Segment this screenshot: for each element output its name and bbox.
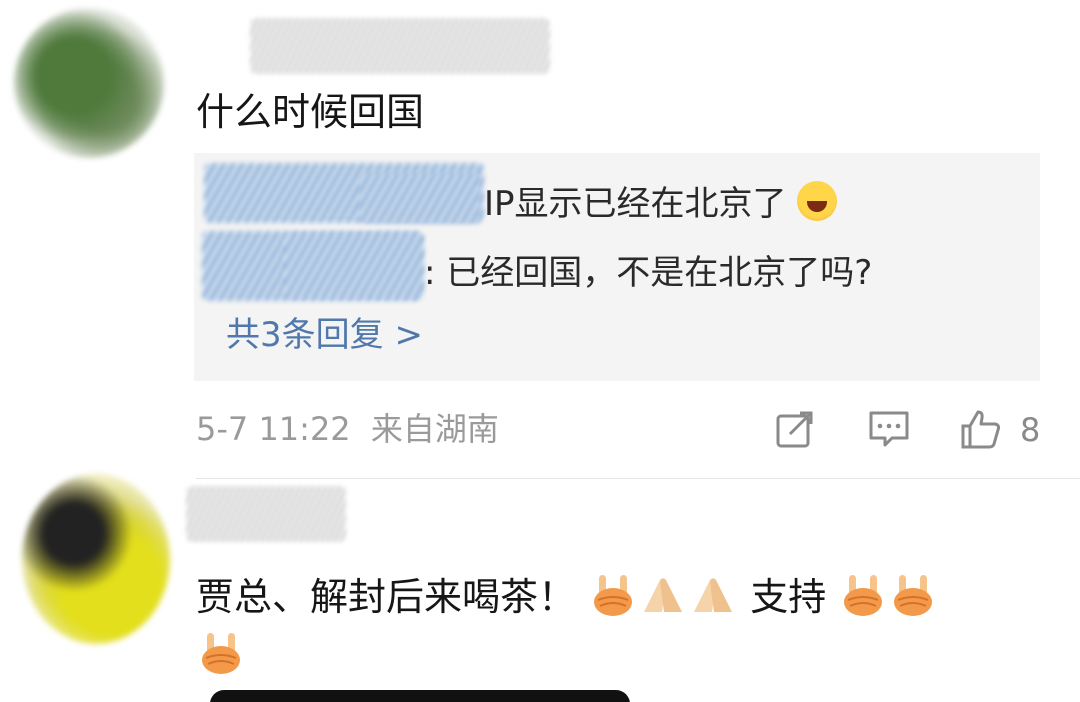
comment-feed: 什么时候回国 IP显示已经在北京了 : 已经回国，不是在北京了吗? 共3条回复 …: [0, 0, 1080, 702]
reply-line: IP显示已经在北京了: [484, 181, 838, 226]
comment-text-continued: [196, 630, 246, 679]
media-preview-edge[interactable]: [210, 690, 630, 702]
location: 来自湖南: [370, 410, 499, 448]
grinning-squint-face-icon: [797, 181, 838, 221]
fist-v-sign-icon: [202, 633, 240, 674]
redacted-username[interactable]: [250, 18, 550, 74]
fist-v-sign-icon: [594, 575, 633, 616]
comment-text-part: 贾总、解封后来喝茶！: [196, 575, 577, 619]
reply-text: IP显示已经在北京了: [484, 184, 787, 224]
timestamp: 5-7 11:22: [196, 410, 351, 448]
comment-text-part: 支持: [750, 575, 827, 619]
pressed-hands-icon: [694, 578, 733, 612]
thumbs-up-icon[interactable]: [960, 408, 1002, 450]
comment-meta: 5-7 11:22 来自湖南: [196, 407, 499, 451]
like-count: 8: [1020, 411, 1041, 449]
comment-icon[interactable]: [868, 408, 910, 450]
reply-text: : 已经回国，不是在北京了吗?: [424, 253, 873, 293]
fist-v-sign-icon: [844, 575, 883, 616]
share-icon[interactable]: [774, 408, 816, 450]
fist-v-sign-icon: [894, 575, 933, 616]
divider: [196, 478, 1080, 479]
redacted-username[interactable]: [186, 486, 346, 542]
avatar[interactable]: [22, 474, 170, 644]
redacted-reply-username: [284, 233, 424, 298]
redacted-reply-username: [359, 173, 479, 223]
comment-text: 什么时候回国: [196, 90, 425, 134]
view-replies-link[interactable]: 共3条回复 >: [226, 313, 423, 357]
comment-text: 贾总、解封后来喝茶！ 支持: [196, 572, 938, 621]
reply-preview[interactable]: IP显示已经在北京了 : 已经回国，不是在北京了吗? 共3条回复 >: [194, 153, 1040, 381]
avatar[interactable]: [14, 8, 164, 158]
pressed-hands-icon: [644, 578, 683, 612]
